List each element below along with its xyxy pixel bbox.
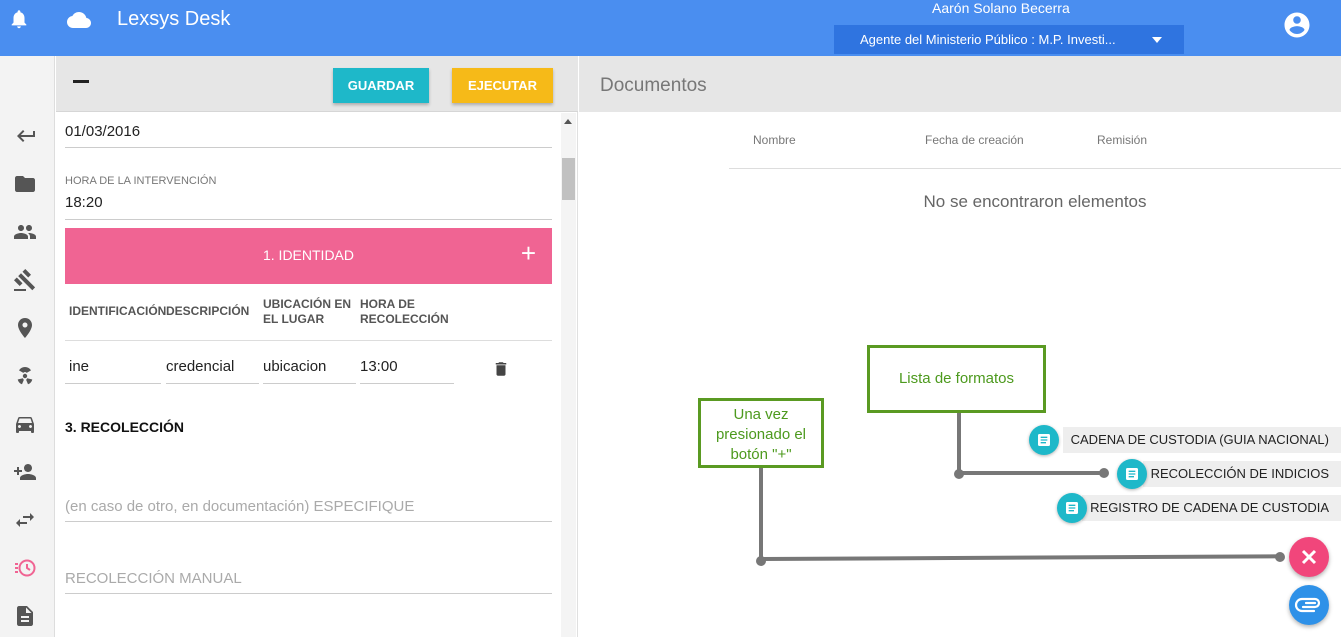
add-person-icon[interactable] — [12, 460, 38, 484]
history-icon[interactable] — [12, 556, 38, 580]
form-scrollbar[interactable] — [561, 113, 576, 637]
cell-identification-value: ine — [69, 358, 90, 375]
column-header-identification: IDENTIFICACIÓN — [69, 304, 167, 318]
form-toolbar: GUARDAR EJECUTAR — [56, 56, 578, 112]
column-header-created-date[interactable]: Fecha de creación — [925, 133, 1024, 147]
role-select[interactable]: Agente del Ministerio Público : M.P. Inv… — [834, 25, 1184, 54]
description-icon[interactable] — [1117, 459, 1147, 489]
bell-icon[interactable] — [8, 8, 30, 30]
form-scroll-area: 01/03/2016 HORA DE LA INTERVENCIÓN 18:20… — [56, 113, 578, 637]
date-field[interactable]: 01/03/2016 — [65, 123, 552, 148]
location-pin-icon[interactable] — [12, 316, 38, 340]
documents-table-divider — [729, 168, 1341, 169]
chevron-down-icon — [1152, 37, 1162, 43]
description-icon[interactable] — [1029, 425, 1059, 455]
top-bar: Lexsys Desk Aarón Solano Becerra Agente … — [0, 0, 1341, 56]
form-panel: GUARDAR EJECUTAR 01/03/2016 HORA DE LA I… — [56, 56, 578, 637]
car-icon[interactable] — [12, 412, 38, 436]
fab-item-chain-custody-national[interactable]: CADENA DE CUSTODIA (GUIA NACIONAL) — [1029, 425, 1341, 455]
column-header-location: UBICACIÓN EN EL LUGAR — [263, 297, 352, 326]
fab-item-label[interactable]: RECOLECCIÓN DE INDICIOS — [1142, 461, 1341, 487]
column-header-collection-time: HORA DE RECOLECCIÓN — [360, 297, 449, 326]
folder-icon[interactable] — [12, 172, 38, 196]
trash-icon[interactable] — [492, 359, 510, 379]
cell-identification[interactable]: ine — [65, 340, 161, 384]
execute-button[interactable]: EJECUTAR — [452, 68, 553, 103]
documents-title: Documentos — [600, 75, 707, 96]
cell-location[interactable]: ubicacion — [263, 340, 356, 384]
description-icon[interactable] — [1057, 493, 1087, 523]
left-nav — [0, 56, 55, 637]
formats-connector-vertical — [957, 412, 961, 476]
close-fab-button[interactable] — [1289, 537, 1329, 577]
fab-item-collection-evidence[interactable]: RECOLECCIÓN DE INDICIOS — [1117, 459, 1341, 489]
cell-collection-time[interactable]: 13:00 — [360, 340, 454, 384]
column-header-description: DESCRIPCIÓN — [166, 304, 250, 318]
identity-section-title: 1. IDENTIDAD — [262, 247, 354, 263]
people-icon[interactable] — [12, 220, 38, 244]
hazard-icon[interactable] — [12, 364, 38, 388]
cell-location-value: ubicacion — [263, 358, 327, 375]
specify-field[interactable]: (en caso de otro, en documentación) ESPE… — [65, 498, 552, 522]
role-select-value: Agente del Ministerio Público : M.P. Inv… — [860, 32, 1116, 47]
plus-connector-vertical — [759, 466, 763, 562]
cell-description[interactable]: credencial — [166, 340, 259, 384]
formats-list-callout: Lista de formatos — [867, 345, 1046, 413]
manual-collection-placeholder: RECOLECCIÓN MANUAL — [65, 570, 242, 587]
add-icon[interactable]: + — [521, 240, 536, 266]
specify-field-placeholder: (en caso de otro, en documentación) ESPE… — [65, 498, 415, 515]
fab-item-label[interactable]: CADENA DE CUSTODIA (GUIA NACIONAL) — [1062, 427, 1341, 453]
intervention-time-value: 18:20 — [65, 194, 103, 211]
collection-section-title: 3. RECOLECCIÓN — [65, 419, 185, 435]
connector-dot — [1275, 552, 1285, 562]
document-icon[interactable] — [12, 604, 38, 628]
scrollbar-thumb[interactable] — [562, 158, 575, 200]
documents-header: Documentos — [579, 56, 1341, 112]
pressed-plus-callout: Una vez presionado el botón "+" — [698, 398, 824, 468]
app-title: Lexsys Desk — [117, 8, 231, 30]
empty-message: No se encontraron elementos — [923, 192, 1147, 211]
connector-dot — [1099, 468, 1109, 478]
collapse-icon[interactable] — [73, 80, 89, 83]
manual-collection-field[interactable]: RECOLECCIÓN MANUAL — [65, 570, 552, 594]
account-circle-icon[interactable] — [1282, 10, 1312, 40]
cell-description-value: credencial — [166, 358, 235, 375]
intervention-time-label: HORA DE LA INTERVENCIÓN — [65, 175, 217, 187]
back-arrow-icon[interactable] — [12, 124, 38, 148]
identity-section-header[interactable]: 1. IDENTIDAD + — [65, 228, 552, 284]
formats-connector-horizontal — [957, 471, 1105, 475]
swap-icon[interactable] — [12, 508, 38, 532]
gavel-icon[interactable] — [12, 268, 38, 292]
user-name: Aarón Solano Becerra — [932, 0, 1070, 16]
intervention-time-field[interactable]: HORA DE LA INTERVENCIÓN 18:20 — [65, 175, 552, 220]
save-button[interactable]: GUARDAR — [333, 68, 429, 103]
fab-item-label[interactable]: REGISTRO DE CADENA DE CUSTODIA — [1082, 495, 1341, 521]
date-field-value: 01/03/2016 — [65, 123, 141, 140]
connector-dot — [954, 469, 964, 479]
column-header-remission[interactable]: Remisión — [1097, 133, 1147, 147]
column-header-name[interactable]: Nombre — [753, 133, 796, 147]
close-icon — [1301, 549, 1317, 565]
connector-dot — [756, 556, 766, 566]
cell-collection-time-value: 13:00 — [360, 358, 398, 375]
fab-item-chain-custody-registry[interactable]: REGISTRO DE CADENA DE CUSTODIA — [1057, 493, 1341, 523]
cloud-icon — [67, 12, 91, 28]
scroll-up-arrow-icon[interactable] — [564, 119, 572, 124]
attach-fab-button[interactable] — [1289, 585, 1329, 625]
paperclip-icon — [1294, 597, 1321, 613]
